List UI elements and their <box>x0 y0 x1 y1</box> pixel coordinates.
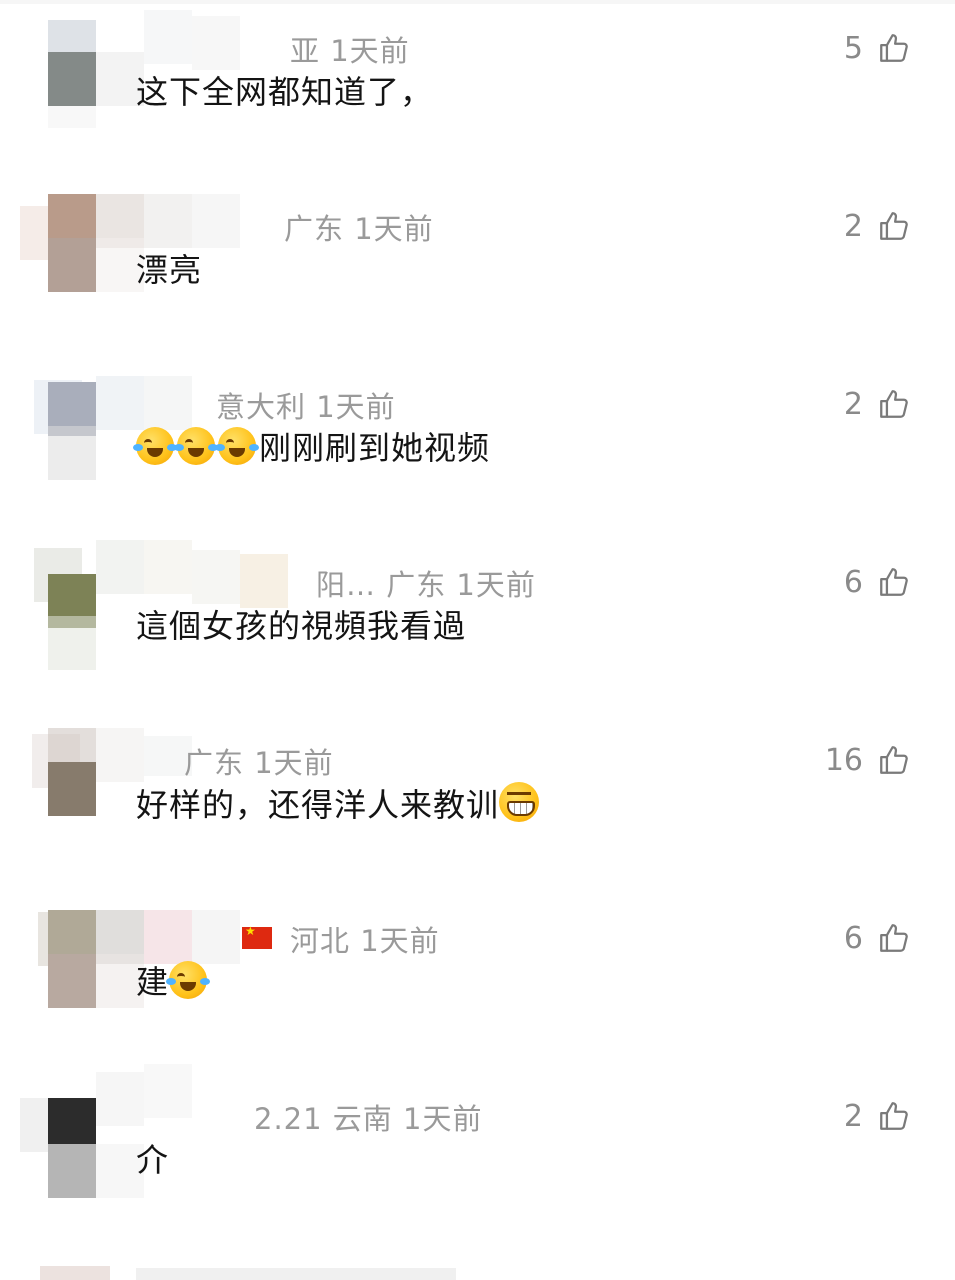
like-count: 6 <box>843 564 863 600</box>
comment-item[interactable]: 2.21 云南 1天前 介 2 <box>0 1064 955 1264</box>
comment-text: 介 <box>136 1138 169 1182</box>
comment-meta: 广东 1天前 <box>284 212 434 246</box>
like-button[interactable]: 6 <box>844 918 911 958</box>
thumbs-up-icon <box>880 746 908 774</box>
comment-text: 漂亮 <box>136 248 202 292</box>
comment-meta: 2.21 云南 1天前 <box>254 1102 483 1136</box>
top-divider <box>0 0 955 4</box>
china-flag-icon <box>242 924 272 949</box>
thumbs-up-icon <box>880 34 908 62</box>
blurred-text <box>136 1268 456 1280</box>
thumbs-up-icon <box>880 924 908 952</box>
like-button[interactable]: 6 <box>844 562 911 602</box>
like-count: 2 <box>843 1098 863 1134</box>
comment-meta-text: 河北 1天前 <box>290 924 440 958</box>
comment-text-part: 好样的，还得洋人来教训 <box>136 786 500 824</box>
comment-text: 这下全网都知道了， <box>136 70 433 114</box>
like-count: 5 <box>843 30 863 66</box>
comment-text: 這個女孩的視頻我看過 <box>136 604 466 648</box>
laughing-crying-emoji <box>133 427 177 465</box>
comment-text-part: 漂亮 <box>136 251 203 289</box>
comment-text-part: 这下全网都知道了， <box>136 73 434 111</box>
comment-text-part: 建 <box>136 963 170 1001</box>
thumbs-up-icon <box>880 212 908 240</box>
comment-text: 刚刚刷到她视频 <box>133 426 491 470</box>
comment-meta: 广东 1天前 <box>184 746 334 780</box>
thumbs-up-icon <box>880 568 908 596</box>
comment-item[interactable]: 广东 1天前 漂亮 2 <box>0 194 955 374</box>
comment-item[interactable]: 阳… 广东 1天前 這個女孩的視頻我看過 6 <box>0 540 955 730</box>
comment-text-part: 介 <box>136 1141 170 1179</box>
laughing-crying-emoji <box>174 427 218 465</box>
comment-meta: 河北 1天前 <box>242 918 440 960</box>
comment-text: 好样的，还得洋人来教训 <box>136 782 542 827</box>
comment-text-part: 這個女孩的視頻我看過 <box>136 607 467 645</box>
laughing-crying-emoji <box>166 961 211 999</box>
like-button[interactable]: 2 <box>844 384 911 424</box>
laughing-crying-emoji <box>215 427 259 465</box>
comment-item[interactable]: 河北 1天前 建 6 <box>0 908 955 1086</box>
like-button[interactable]: 2 <box>844 1096 911 1136</box>
like-count: 6 <box>843 920 863 956</box>
next-comment-partial[interactable] <box>0 1262 955 1280</box>
like-count: 16 <box>824 742 863 778</box>
comment-item[interactable]: 意大利 1天前 刚刚刷到她视频 2 <box>0 374 955 552</box>
comment-meta: 阳… 广东 1天前 <box>316 568 536 602</box>
comment-meta: 意大利 1天前 <box>216 390 396 424</box>
like-button[interactable]: 16 <box>825 740 911 780</box>
thumbs-up-icon <box>880 390 908 418</box>
comment-meta: 亚 1天前 <box>290 34 410 68</box>
comment-text-part: 刚刚刷到她视频 <box>259 429 491 467</box>
comment-item[interactable]: 亚 1天前 这下全网都知道了， 5 <box>0 10 955 196</box>
like-button[interactable]: 5 <box>844 28 911 68</box>
comment-text: 建 <box>136 960 211 1004</box>
like-count: 2 <box>843 386 863 422</box>
like-count: 2 <box>843 208 863 244</box>
comment-item[interactable]: 广东 1天前 好样的，还得洋人来教训 16 <box>0 728 955 908</box>
blurred-avatar[interactable] <box>40 1266 110 1280</box>
like-button[interactable]: 2 <box>844 206 911 246</box>
thumbs-up-icon <box>880 1102 908 1130</box>
grinning-emoji <box>499 782 540 822</box>
